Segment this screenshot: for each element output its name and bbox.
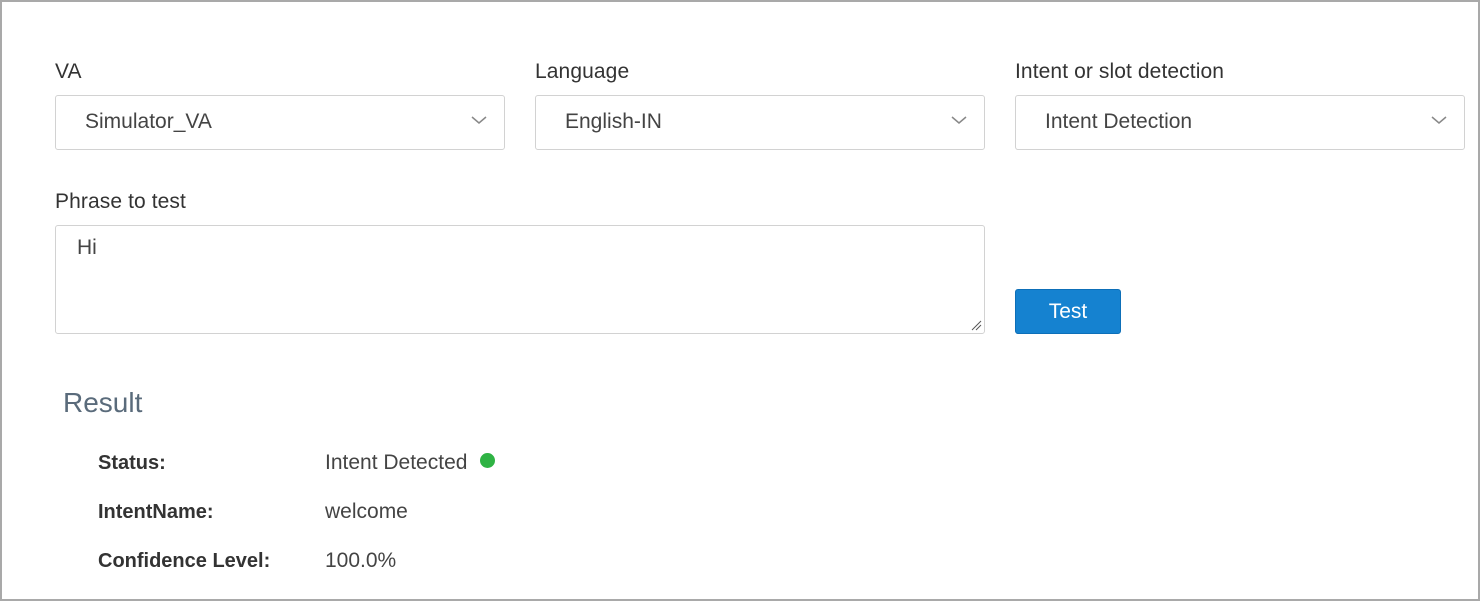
language-label: Language	[535, 60, 630, 83]
va-select[interactable]: Simulator_VA	[55, 95, 505, 150]
phrase-label: Phrase to test	[55, 190, 186, 213]
language-select-value: English-IN	[565, 110, 662, 133]
chevron-down-icon	[471, 116, 487, 124]
detection-select-value: Intent Detection	[1045, 110, 1193, 133]
result-title: Result	[63, 387, 143, 418]
status-value-group: Intent Detected	[325, 451, 496, 475]
va-select-value: Simulator_VA	[85, 110, 212, 133]
detection-label: Intent or slot detection	[1015, 60, 1225, 83]
test-button[interactable]: Test	[1015, 289, 1121, 334]
status-dot-icon	[480, 453, 496, 468]
detection-select[interactable]: Intent Detection	[1015, 95, 1465, 150]
phrase-input[interactable]: Hi	[55, 225, 985, 334]
test-panel: VA Simulator_VA Language English-IN Inte…	[0, 0, 1480, 601]
chevron-down-icon	[1431, 116, 1447, 124]
confidence-label: Confidence Level:	[98, 550, 271, 572]
intent-name-label: IntentName:	[98, 501, 214, 523]
confidence-value: 100.0%	[325, 549, 397, 572]
status-value: Intent Detected	[325, 451, 468, 474]
va-label: VA	[55, 60, 82, 83]
chevron-down-icon	[951, 116, 967, 124]
phrase-input-value: Hi	[77, 236, 97, 259]
status-label: Status:	[98, 452, 166, 474]
resize-grip-icon[interactable]	[971, 320, 982, 331]
intent-name-value: welcome	[325, 500, 408, 523]
language-select[interactable]: English-IN	[535, 95, 985, 150]
